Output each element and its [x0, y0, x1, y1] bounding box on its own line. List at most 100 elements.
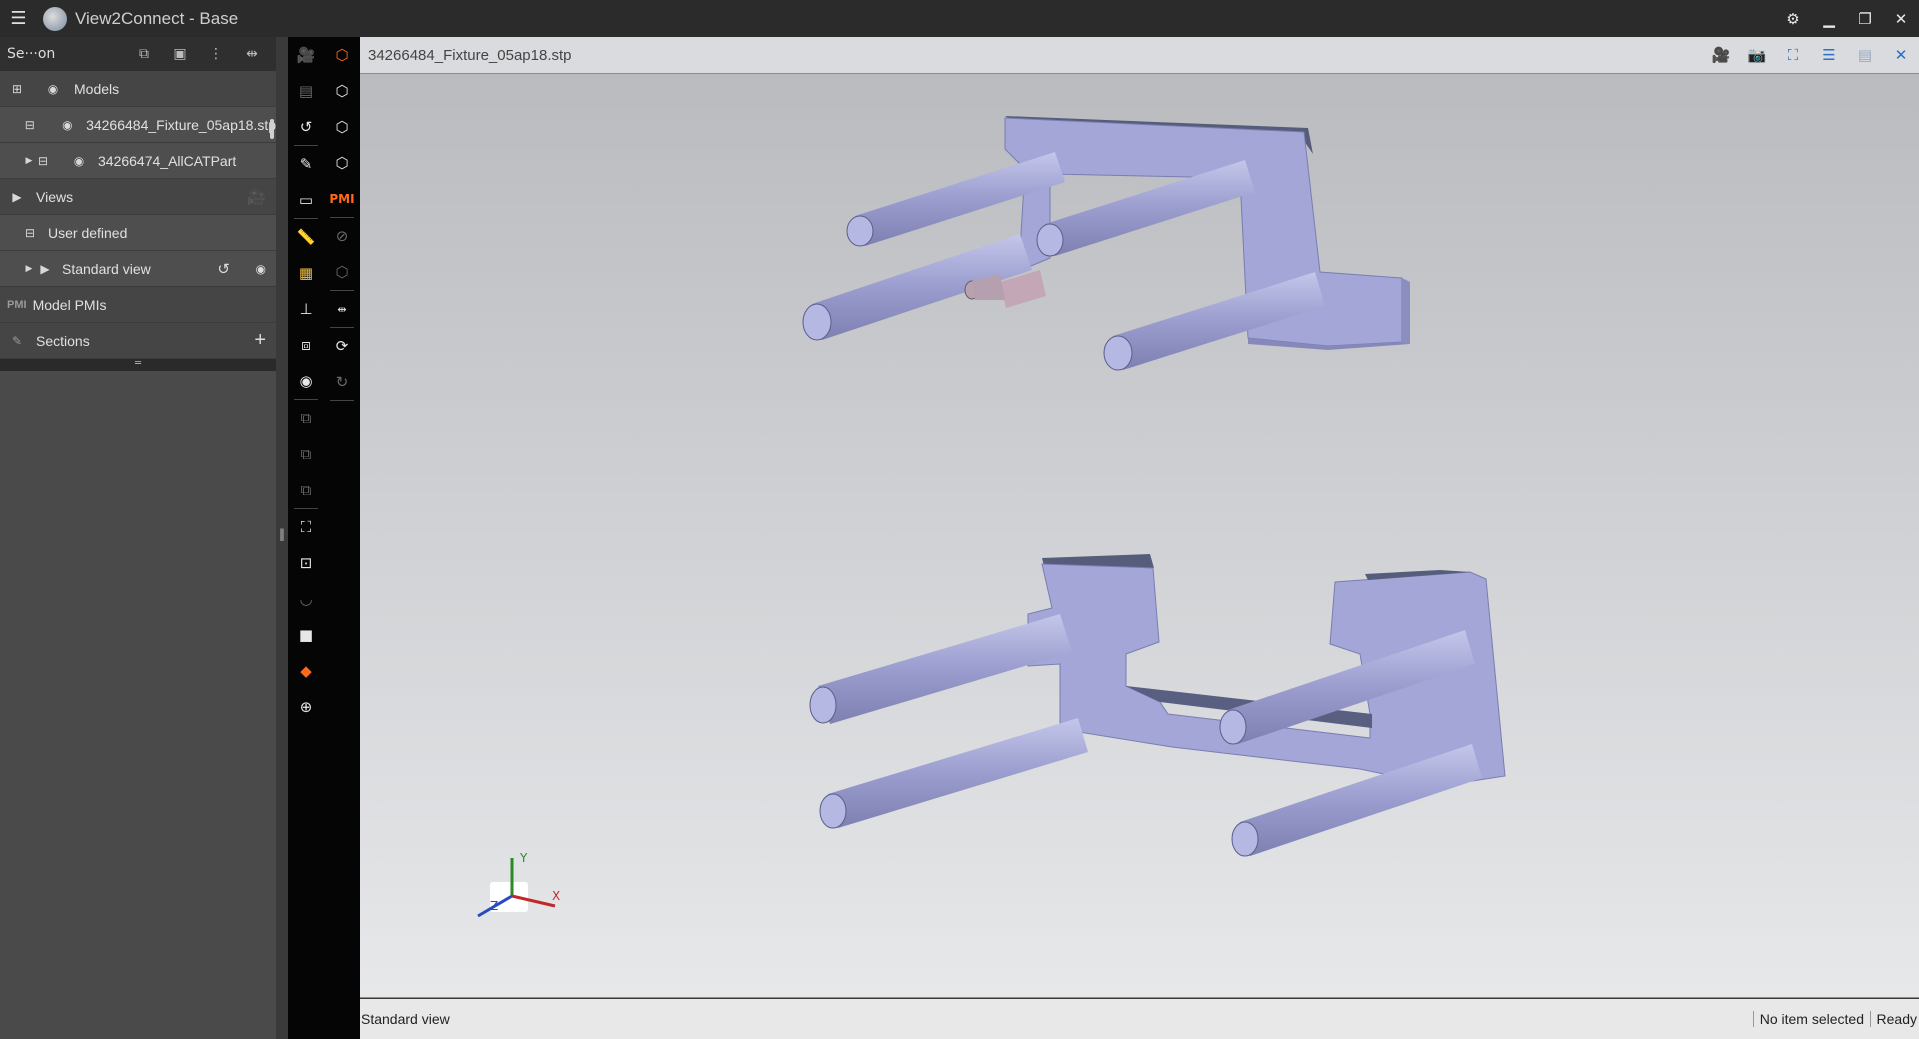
- user-defined-label: User defined: [48, 224, 128, 241]
- title-bar: ☰ View2Connect - Base ⚙ ▁ ❐ ✕: [0, 0, 1919, 37]
- session-panel: Se···on ⧉ ▣ ⋮ ⇹ ⊞ ◉ Models ⊟ ◉ 34266484_…: [0, 37, 276, 1039]
- annotation-icon[interactable]: ▭: [288, 182, 324, 218]
- list-icon[interactable]: ☰: [1811, 46, 1847, 64]
- list-view-icon[interactable]: ▣: [162, 46, 198, 62]
- model-item-fixture[interactable]: ⊟ ◉ 34266484_Fixture_05ap18.stp: [0, 107, 276, 143]
- merge-icon[interactable]: ⧉: [288, 436, 324, 472]
- app-logo-icon: [43, 6, 67, 31]
- axis-icon[interactable]: ⊥: [288, 291, 324, 327]
- video-camera-icon[interactable]: ■: [288, 617, 324, 653]
- panel-splitter[interactable]: ═: [0, 359, 276, 371]
- upper-fixture[interactable]: [802, 116, 1410, 371]
- refresh-icon[interactable]: ↻: [324, 364, 360, 400]
- assembly-icon: ⊟: [24, 117, 35, 132]
- sections-label: Sections: [36, 332, 90, 349]
- split-icon[interactable]: ⧉: [288, 472, 324, 508]
- camera-settings-icon[interactable]: ⛶: [1775, 46, 1811, 64]
- tool-strip: 🎥 ▤ ↺ ✎ ▭ 📏 ▦ ⊥ ⧈ ◉ ⧉ ⧉ ⧉ ⛶ ⊡ ◡ ■ ◆ ⊕ ⬡ …: [288, 37, 360, 1039]
- close-window-button[interactable]: ✕: [1883, 0, 1919, 37]
- color-icon[interactable]: ▦: [288, 255, 324, 291]
- add-view-camera-icon[interactable]: 🎥: [247, 188, 266, 206]
- z-axis-label: Z: [490, 899, 498, 913]
- explode-icon[interactable]: ⧈: [288, 327, 324, 363]
- status-bar: Standard view No item selected Ready: [360, 999, 1919, 1039]
- add-section-icon[interactable]: +: [254, 329, 266, 352]
- measure-ruler-icon[interactable]: 📏: [288, 219, 324, 255]
- save-icon[interactable]: ▤: [1847, 46, 1883, 64]
- distance-icon[interactable]: ⇹: [324, 291, 360, 327]
- box-outline-icon[interactable]: ⬡: [324, 254, 360, 290]
- viewport-header: 34266484_Fixture_05ap18.stp 🎥 📷 ⛶ ☰ ▤ ✕: [360, 37, 1919, 74]
- restore-button[interactable]: ❐: [1847, 0, 1883, 37]
- compare-icon[interactable]: ⧉: [288, 400, 324, 436]
- camera-view-icon[interactable]: 🎥: [288, 37, 324, 73]
- select-tool-icon[interactable]: ⟳: [324, 328, 360, 364]
- model-item-label: 34266484_Fixture_05ap18.stp: [86, 116, 276, 133]
- model-pmis-label: Model PMIs: [32, 296, 107, 313]
- box-top-icon[interactable]: ⬡: [324, 109, 360, 145]
- models-label: Models: [74, 80, 120, 97]
- window-title: View2Connect - Base: [75, 8, 239, 28]
- settings-gear-icon[interactable]: ⚙: [1775, 0, 1811, 37]
- user-defined-row[interactable]: ⊟ User defined: [0, 215, 276, 251]
- model-pmis-row[interactable]: PMI Model PMIs: [0, 287, 276, 323]
- models-row[interactable]: ⊞ ◉ Models: [0, 71, 276, 107]
- save-icon[interactable]: ▤: [288, 73, 324, 109]
- views-row[interactable]: ▶ Views 🎥: [0, 179, 276, 215]
- vertical-splitter[interactable]: ‖: [276, 37, 288, 1039]
- target-icon[interactable]: ⊕: [288, 689, 324, 725]
- status-view: Standard view: [361, 1011, 450, 1027]
- folder-tree-icon: ⊟: [24, 225, 36, 240]
- orbit-icon[interactable]: ◡: [288, 581, 324, 617]
- camera-views-icon[interactable]: 🎥: [1703, 46, 1739, 64]
- camera-icon: ▶: [40, 261, 50, 276]
- status-selection: No item selected: [1752, 1011, 1871, 1027]
- markup-pen-icon[interactable]: ✎: [288, 146, 324, 182]
- fit-all-icon[interactable]: ⛶: [288, 509, 324, 545]
- panel-header: Se···on ⧉ ▣ ⋮ ⇹: [0, 37, 276, 71]
- lower-fixture[interactable]: [809, 554, 1506, 857]
- x-axis-label: X: [552, 889, 560, 903]
- snapshot-icon[interactable]: 📷: [1739, 46, 1775, 64]
- box-side-icon[interactable]: ⬡: [324, 145, 360, 181]
- 3d-box-orange-icon[interactable]: ⬡: [324, 37, 360, 73]
- expand-arrow-icon[interactable]: ▶: [22, 154, 36, 168]
- section-pencil-icon: ✎: [11, 333, 23, 348]
- pmi-button[interactable]: PMI: [324, 181, 360, 217]
- close-document-icon[interactable]: ✕: [1883, 46, 1919, 64]
- eye-icon[interactable]: ◉: [256, 262, 266, 276]
- undo-icon[interactable]: ↺: [288, 109, 324, 145]
- visibility-icon[interactable]: ◉: [288, 363, 324, 399]
- standard-view-row[interactable]: ▶ ▶ Standard view ↺ ◉: [0, 251, 276, 287]
- box-front-icon[interactable]: ⬡: [324, 73, 360, 109]
- eye-icon[interactable]: ◉: [59, 118, 76, 132]
- pmi-icon: PMI: [7, 298, 27, 311]
- model-item-allcatpart[interactable]: ▶ ⊟ ◉ 34266474_AllCATPart: [0, 143, 276, 179]
- expand-arrow-icon[interactable]: ▶: [22, 262, 36, 276]
- views-label: Views: [36, 188, 74, 205]
- standard-view-label: Standard view: [62, 260, 151, 277]
- scrollbar[interactable]: [270, 119, 274, 139]
- axis-triad: Y X Z: [477, 851, 560, 918]
- model-render: Y X Z: [477, 116, 1506, 918]
- model-item-label: 34266474_AllCATPart: [98, 152, 237, 169]
- more-options-icon[interactable]: ⋮: [198, 46, 234, 62]
- y-axis-label: Y: [519, 851, 528, 865]
- render-style-icon[interactable]: ◆: [288, 653, 324, 689]
- zoom-selection-icon[interactable]: ⊡: [288, 545, 324, 581]
- reset-view-icon[interactable]: ↺: [217, 260, 230, 278]
- collapse-panel-icon[interactable]: ⇹: [234, 46, 270, 62]
- panel-title: Se···on: [7, 46, 56, 62]
- assembly-icon: ⊟: [37, 153, 49, 168]
- document-name: 34266484_Fixture_05ap18.stp: [368, 46, 572, 64]
- eye-icon[interactable]: ◉: [44, 82, 62, 96]
- tree-icon[interactable]: ⧉: [126, 46, 162, 62]
- camera-icon: ▶: [12, 189, 22, 204]
- 3d-viewport[interactable]: Y X Z: [360, 74, 1919, 998]
- minimize-button[interactable]: ▁: [1811, 0, 1847, 37]
- eye-icon[interactable]: ◉: [70, 154, 88, 168]
- clear-icon[interactable]: ⊘: [324, 218, 360, 254]
- sections-row[interactable]: ✎ Sections +: [0, 323, 276, 359]
- models-tree-icon: ⊞: [11, 81, 23, 96]
- hamburger-menu-icon[interactable]: ☰: [0, 0, 37, 37]
